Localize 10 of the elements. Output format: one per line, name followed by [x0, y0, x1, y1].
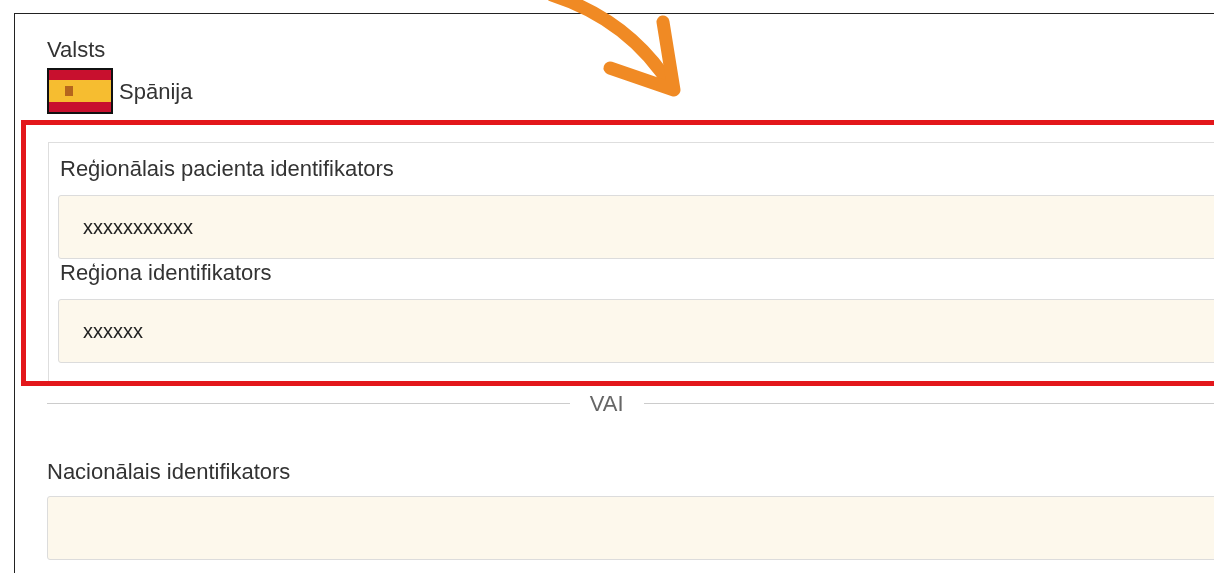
input-field[interactable]: xxxxxxxxxxx: [58, 195, 1214, 259]
field-label: Nacionālais identifikators: [47, 458, 291, 486]
field-label: Reģiona identifikators: [59, 259, 272, 287]
spain-flag-icon: [47, 68, 113, 114]
country-name: Spānija: [119, 77, 193, 106]
field-label: Reģionālais pacienta identifikators: [59, 155, 394, 183]
field-label: Valsts: [47, 36, 106, 64]
input-field[interactable]: [47, 496, 1214, 560]
divider-text: VAI: [589, 389, 624, 418]
input-field[interactable]: xxxxxx: [58, 299, 1214, 363]
